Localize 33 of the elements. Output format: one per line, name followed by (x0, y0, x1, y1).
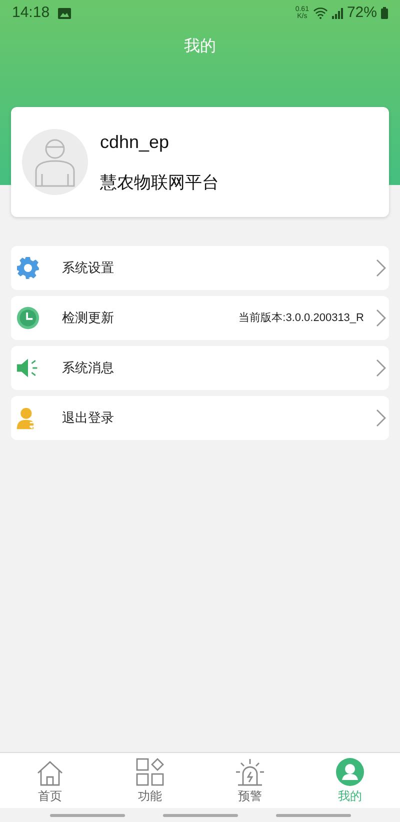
image-icon (58, 8, 71, 18)
chevron-right-icon (376, 259, 386, 277)
signal-icon (332, 8, 343, 18)
grid-icon (136, 758, 164, 786)
menu-label: 检测更新 (62, 309, 115, 328)
nav-tab[interactable]: 预警 (200, 753, 300, 808)
battery-percent: 72% (346, 2, 377, 23)
username: cdhn_ep (100, 130, 170, 154)
siren-icon (235, 758, 265, 786)
battery-icon (381, 7, 388, 19)
nav-tab[interactable]: 功能 (100, 753, 200, 808)
version-text: 当前版本:3.0.0.200313_R (238, 310, 364, 326)
house-icon (36, 760, 64, 786)
page-title: 我的 (184, 36, 216, 57)
wifi-icon (312, 7, 328, 19)
nav-tab[interactable]: 首页 (0, 753, 100, 808)
menu-item[interactable]: 系统设置 (11, 246, 389, 290)
clock-icon (16, 305, 40, 331)
speaker-icon (16, 357, 40, 379)
menu-item[interactable]: 检测更新 当前版本:3.0.0.200313_R (11, 296, 389, 340)
menu-item[interactable]: 系统消息 (11, 346, 389, 390)
gear-icon (16, 256, 40, 280)
chevron-right-icon (376, 309, 386, 327)
avatar-icon (22, 129, 88, 195)
menu-label: 系统设置 (62, 259, 115, 278)
menu-label: 系统消息 (62, 359, 115, 378)
menu-item[interactable]: 退出登录 (11, 396, 389, 440)
platform-name: 慧农物联网平台 (100, 172, 219, 194)
chevron-right-icon (376, 359, 386, 377)
user-icon (336, 758, 364, 786)
status-time: 14:18 (12, 2, 50, 23)
chevron-right-icon (376, 409, 386, 427)
menu-label: 退出登录 (62, 409, 115, 428)
